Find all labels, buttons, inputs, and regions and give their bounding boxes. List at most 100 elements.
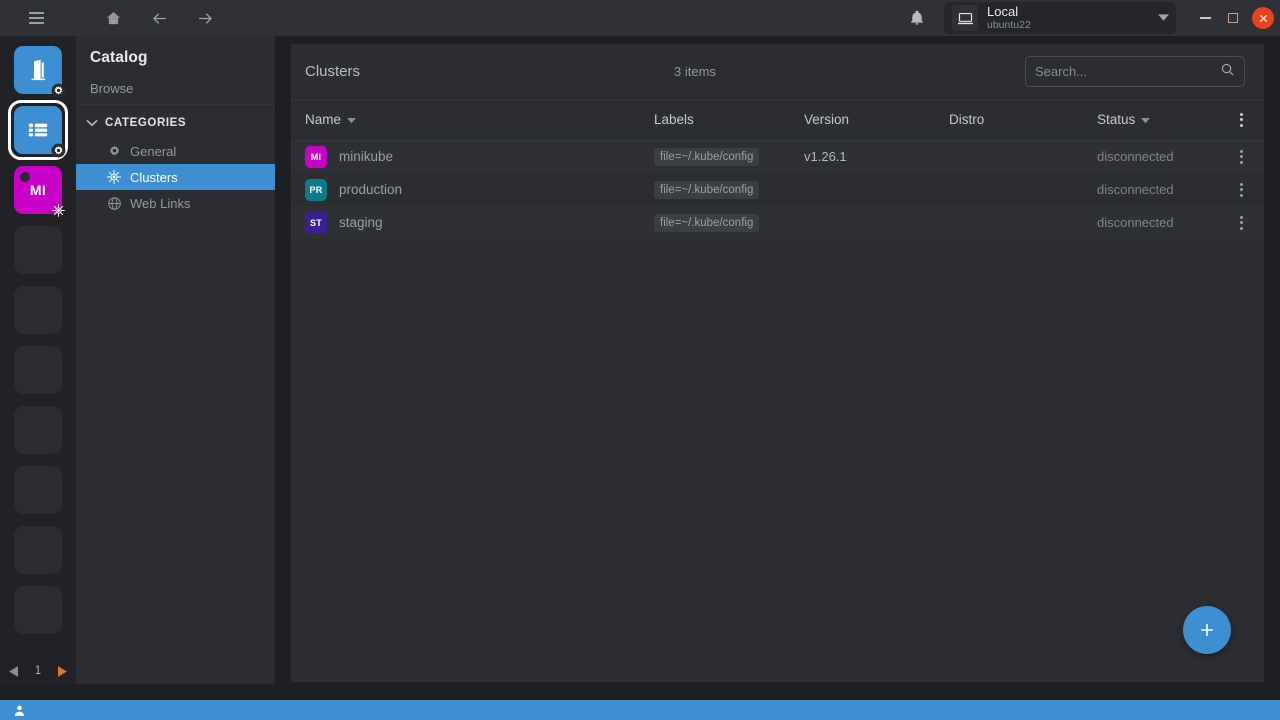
notification-bell-icon[interactable]	[904, 5, 930, 31]
catalog-browse-item[interactable]: Browse	[76, 67, 275, 104]
cluster-selector-chip[interactable]: Local ubuntu22	[944, 2, 1176, 34]
cell-status: disconnected	[1097, 206, 1219, 239]
cluster-chip-text: Local ubuntu22	[987, 5, 1156, 31]
catalog-item-web-links[interactable]: Web Links	[76, 190, 275, 216]
triangle-left-icon[interactable]	[9, 666, 18, 677]
empty-tile-6[interactable]	[14, 526, 62, 574]
column-header-labels[interactable]: Labels	[654, 100, 804, 140]
cell-labels: file=~/.kube/config	[654, 140, 804, 173]
close-button[interactable]	[1252, 7, 1274, 29]
empty-tile-surface	[14, 226, 62, 274]
cell-menu	[1219, 173, 1264, 206]
kebab-menu-icon[interactable]	[1240, 113, 1243, 127]
maximize-button[interactable]	[1220, 5, 1246, 31]
empty-tile-surface	[14, 286, 62, 334]
empty-tile-3[interactable]	[14, 346, 62, 394]
catalog-item-label: Clusters	[130, 170, 178, 185]
status-bar	[0, 700, 1280, 720]
cluster-name: staging	[339, 215, 383, 230]
cell-version	[804, 206, 949, 239]
empty-tile-surface	[14, 586, 62, 634]
rail-page-number[interactable]: 1	[26, 662, 50, 680]
cluster-chip-subtitle: ubuntu22	[987, 20, 1156, 31]
main-content-panel: Clusters 3 items Name	[291, 44, 1264, 682]
empty-tile-1[interactable]	[14, 226, 62, 274]
cell-labels: file=~/.kube/config	[654, 173, 804, 206]
cell-version	[804, 173, 949, 206]
hamburger-menu-icon[interactable]	[18, 0, 54, 36]
cell-name: MI minikube	[291, 140, 654, 173]
empty-tile-4[interactable]	[14, 406, 62, 454]
user-icon[interactable]	[13, 704, 26, 717]
search-icon[interactable]	[1220, 62, 1235, 82]
search-box[interactable]	[1025, 56, 1245, 87]
caret-down-icon	[347, 112, 356, 127]
navigation-buttons	[100, 5, 218, 31]
triangle-right-icon[interactable]	[58, 666, 67, 677]
cluster-name: production	[339, 182, 402, 197]
search-input[interactable]	[1035, 64, 1220, 79]
minimize-button[interactable]	[1192, 5, 1218, 31]
column-header-distro[interactable]: Distro	[949, 100, 1097, 140]
rail-tile-list: MI	[0, 36, 76, 646]
column-label: Labels	[654, 112, 694, 127]
catalog-tile[interactable]	[14, 106, 62, 154]
minikube-tile[interactable]: MI	[14, 166, 62, 214]
cell-labels: file=~/.kube/config	[654, 206, 804, 239]
gear-icon	[106, 143, 122, 159]
cell-menu	[1219, 206, 1264, 239]
label-pill[interactable]: file=~/.kube/config	[654, 214, 759, 232]
table-header-row: Name Labels Version Distro	[291, 100, 1264, 140]
list-icon	[27, 119, 49, 141]
chevron-down-icon[interactable]	[1156, 14, 1170, 22]
title-bar: Local ubuntu22	[0, 0, 1280, 36]
catalog-item-general[interactable]: General	[76, 138, 275, 164]
column-header-version[interactable]: Version	[804, 100, 949, 140]
catalog-title: Catalog	[76, 36, 275, 67]
catalog-item-clusters[interactable]: Clusters	[76, 164, 275, 190]
empty-tile-surface	[14, 466, 62, 514]
column-header-status[interactable]: Status	[1097, 100, 1219, 140]
column-label: Status	[1097, 112, 1135, 127]
catalog-categories-header[interactable]: CATEGORIES	[76, 105, 275, 138]
column-header-menu[interactable]	[1219, 100, 1264, 140]
laptop-icon	[952, 5, 978, 31]
lens-app-window: Local ubuntu22	[0, 0, 1280, 720]
add-cluster-button[interactable]	[1183, 606, 1231, 654]
arrow-right-icon[interactable]	[192, 5, 218, 31]
window-controls	[1192, 5, 1280, 31]
cluster-chip-title: Local	[987, 5, 1156, 19]
empty-tile-5[interactable]	[14, 466, 62, 514]
kebab-menu-icon[interactable]	[1240, 150, 1243, 164]
label-pill[interactable]: file=~/.kube/config	[654, 148, 759, 166]
catalog-item-label: General	[130, 144, 176, 159]
plus-icon	[1197, 620, 1217, 640]
page-title: Clusters	[305, 63, 360, 80]
kebab-menu-icon[interactable]	[1240, 216, 1243, 230]
cell-distro	[949, 140, 1097, 173]
label-pill[interactable]: file=~/.kube/config	[654, 181, 759, 199]
column-label: Name	[305, 112, 341, 127]
empty-tile-2[interactable]	[14, 286, 62, 334]
table-header: Name Labels Version Distro	[291, 100, 1264, 140]
column-header-name[interactable]: Name	[291, 100, 654, 140]
cluster-name: minikube	[339, 149, 393, 164]
kebab-menu-icon[interactable]	[1240, 183, 1243, 197]
left-icon-rail: MI 1	[0, 36, 76, 684]
cell-status: disconnected	[1097, 173, 1219, 206]
empty-tile-7[interactable]	[14, 586, 62, 634]
clusters-table: Name Labels Version Distro	[291, 100, 1264, 239]
table-row[interactable]: MI minikube file=~/.kube/config v1.26.1 …	[291, 140, 1264, 173]
arrow-left-icon[interactable]	[146, 5, 172, 31]
gear-icon[interactable]	[51, 83, 66, 98]
helm-icon[interactable]	[51, 203, 66, 218]
table-row[interactable]: PR production file=~/.kube/config discon…	[291, 173, 1264, 206]
table-row[interactable]: ST staging file=~/.kube/config disconnec…	[291, 206, 1264, 239]
home-icon[interactable]	[100, 5, 126, 31]
cell-menu	[1219, 140, 1264, 173]
welcome-tile[interactable]	[14, 46, 62, 94]
content-header: Clusters 3 items	[291, 44, 1264, 100]
gear-icon[interactable]	[51, 143, 66, 158]
cell-version: v1.26.1	[804, 140, 949, 173]
column-label: Distro	[949, 112, 984, 127]
